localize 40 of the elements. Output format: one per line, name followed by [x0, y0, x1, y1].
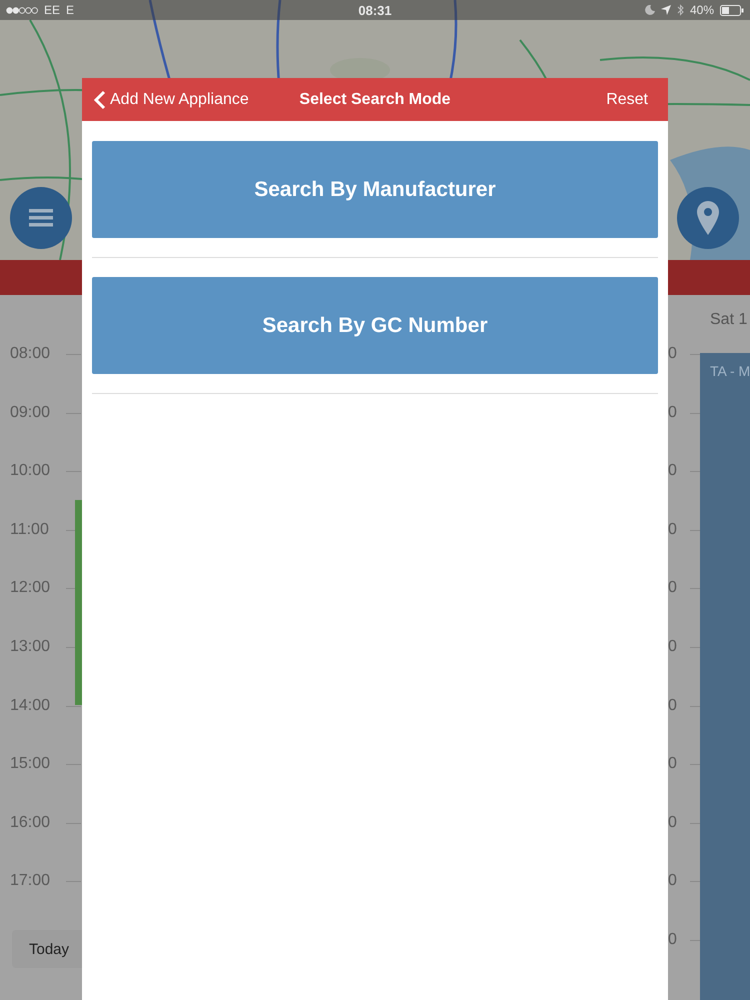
battery-percent: 40% [690, 3, 714, 17]
time-label: 0 [668, 461, 677, 482]
network-label: E [66, 3, 74, 17]
time-label: 0 [668, 871, 677, 892]
search-mode-button[interactable]: Search By Manufacturer [92, 141, 658, 238]
time-label: 09:00 [9, 402, 52, 423]
time-label: 0 [668, 812, 677, 833]
time-label: 12:00 [9, 578, 52, 598]
day-header: Sat 1 [710, 310, 748, 328]
time-label: 13:00 [9, 636, 52, 657]
time-label: 10:00 [9, 461, 52, 482]
signal-icon [6, 6, 38, 14]
map-pin-icon [697, 201, 719, 235]
calendar-event[interactable]: TA - M [700, 353, 750, 1000]
chevron-left-icon [94, 90, 106, 110]
battery-icon [720, 4, 744, 16]
time-label: 17:00 [9, 871, 52, 892]
time-label: 08:00 [9, 344, 52, 364]
time-label: 11:00 [9, 520, 50, 540]
time-label: 14:00 [9, 696, 52, 716]
time-label: 0 [668, 578, 677, 598]
menu-icon [29, 209, 53, 227]
carrier-label: EE [44, 3, 60, 17]
time-label: 0 [668, 754, 677, 774]
clock-time: 08:31 [358, 2, 392, 18]
bluetooth-icon [676, 4, 684, 16]
back-button[interactable]: Add New Appliance [94, 90, 249, 110]
time-label: 0 [668, 930, 677, 950]
time-label: 0 [668, 344, 677, 364]
time-label: 15:00 [9, 754, 52, 774]
search-mode-button[interactable]: Search By GC Number [92, 277, 658, 374]
moon-icon [644, 5, 655, 15]
time-label: 0 [668, 520, 677, 540]
time-label: 16:00 [9, 812, 52, 833]
time-label: 0 [668, 636, 677, 657]
location-arrow-icon [660, 5, 671, 15]
time-label: 0 [668, 696, 677, 716]
reset-button[interactable]: Reset [606, 90, 648, 108]
time-label: 0 [668, 402, 677, 423]
modal-title: Select Search Mode [299, 90, 451, 108]
